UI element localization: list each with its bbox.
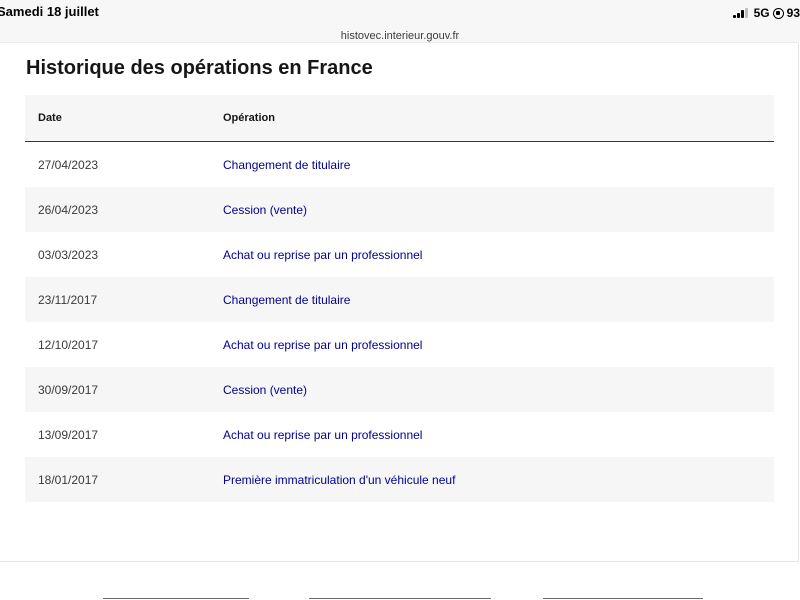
row-operation-link[interactable]: Changement de titulaire xyxy=(215,277,774,322)
table-row: 30/09/2017 Cession (vente) xyxy=(25,367,774,412)
signal-icon xyxy=(732,8,749,18)
network-type: 5G xyxy=(753,6,770,20)
row-operation-link[interactable]: Cession (vente) xyxy=(215,367,774,412)
table-row: 27/04/2023 Changement de titulaire xyxy=(25,142,774,188)
table-row: 03/03/2023 Achat ou reprise par un profe… xyxy=(25,232,774,277)
table-row: 18/01/2017 Première immatriculation d'un… xyxy=(25,457,774,502)
row-date: 23/11/2017 xyxy=(25,277,215,322)
orientation-lock-icon xyxy=(772,7,784,19)
row-date: 18/01/2017 xyxy=(25,457,215,502)
row-date: 12/10/2017 xyxy=(38,337,99,352)
row-operation-link[interactable]: Achat ou reprise par un professionnel xyxy=(215,412,774,457)
page-title: Historique des opérations en France xyxy=(26,57,373,79)
row-date: 03/03/2023 xyxy=(38,247,99,262)
table-row: 12/10/2017 Achat ou reprise par un profe… xyxy=(25,322,774,367)
row-operation-link[interactable]: Cession (vente) xyxy=(215,187,774,232)
table-row: 13/09/2017 Achat ou reprise par un profe… xyxy=(25,412,774,457)
row-operation-link[interactable]: Première immatriculation d'un véhicule n… xyxy=(215,457,774,502)
row-date: 13/09/2017 xyxy=(38,427,99,442)
address-bar[interactable]: histovec.interieur.gouv.fr xyxy=(0,26,800,42)
row-operation-link[interactable]: Changement de titulaire xyxy=(215,142,774,188)
table-row: 26/04/2023 Cession (vente) xyxy=(25,187,774,232)
row-date: 30/09/2017 xyxy=(25,367,215,412)
row-date: 27/04/2023 xyxy=(38,157,99,172)
footer-divider xyxy=(309,598,491,599)
column-header-date: Date xyxy=(25,95,215,142)
row-operation-link[interactable]: Achat ou reprise par un professionnel xyxy=(215,232,774,277)
status-date: Samedi 18 juillet xyxy=(0,4,99,19)
table-header-row: Date Opération xyxy=(25,95,774,142)
row-operation-link[interactable]: Achat ou reprise par un professionnel xyxy=(215,322,774,367)
table-row: 23/11/2017 Changement de titulaire xyxy=(25,277,774,322)
footer-divider xyxy=(103,598,249,599)
table-body: 27/04/2023 Changement de titulaire 26/04… xyxy=(25,142,774,502)
operations-table: Date Opération 27/04/2023 Changement de … xyxy=(25,95,774,502)
status-indicators: 5G 93 xyxy=(732,6,800,20)
column-header-operation: Opération xyxy=(215,95,774,142)
url-text[interactable]: histovec.interieur.gouv.fr xyxy=(341,30,459,42)
history-panel: Historique des opérations en France Date… xyxy=(0,42,799,562)
battery-percentage: 93 xyxy=(786,6,800,20)
status-bar: Samedi 18 juillet 5G 93 xyxy=(0,0,800,26)
row-date: 26/04/2023 xyxy=(25,187,215,232)
footer-divider xyxy=(543,598,703,599)
